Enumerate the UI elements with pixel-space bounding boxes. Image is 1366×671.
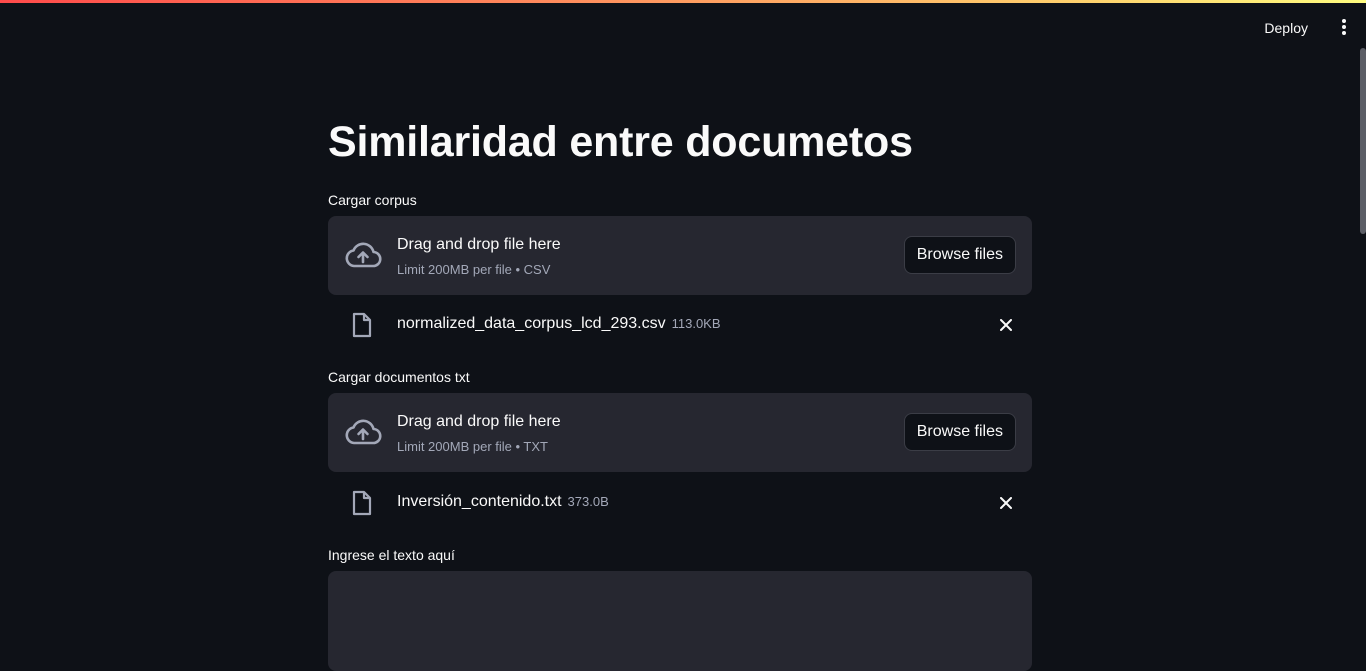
text-input-area[interactable] [328,571,1032,671]
main-menu-button[interactable] [1334,16,1354,38]
deploy-button[interactable]: Deploy [1256,14,1316,42]
dropzone-limit-text: Limit 200MB per file • CSV [397,262,551,277]
corpus-uploaded-file: normalized_data_corpus_lcd_293.csv 113.0K… [328,305,1032,345]
file-icon [352,490,372,516]
uploaded-file-size: 373.0B [567,494,609,509]
corpus-uploader-label: Cargar corpus [328,192,417,208]
remove-corpus-file-button[interactable] [996,315,1016,335]
dropzone-limit-text: Limit 200MB per file • TXT [397,439,548,454]
txt-dropzone[interactable]: Drag and drop file here Limit 200MB per … [328,393,1032,472]
uploaded-file-name: normalized_data_corpus_lcd_293.csv [397,315,666,332]
txt-uploaded-file: Inversión_contenido.txt 373.0B [328,483,1032,523]
remove-txt-file-button[interactable] [996,493,1016,513]
corpus-browse-files-button[interactable]: Browse files [903,236,1016,274]
page-title: Similaridad entre documetos [328,118,913,166]
cloud-upload-icon [345,242,382,268]
cloud-upload-icon [345,419,382,445]
corpus-dropzone[interactable]: Drag and drop file here Limit 200MB per … [328,216,1032,295]
txt-uploader-label: Cargar documentos txt [328,369,470,385]
close-icon [1000,497,1012,509]
dropzone-instructions: Drag and drop file here [397,236,561,253]
txt-browse-files-button[interactable]: Browse files [903,413,1016,451]
vertical-ellipsis-icon [1342,19,1346,35]
file-icon [352,312,372,338]
text-input-label: Ingrese el texto aquí [328,547,455,563]
uploaded-file-name: Inversión_contenido.txt [397,493,562,510]
uploaded-file-size: 113.0KB [671,316,721,331]
page-scrollbar[interactable] [1360,48,1366,234]
close-icon [1000,319,1012,331]
app-header: Deploy [0,3,1366,53]
dropzone-instructions: Drag and drop file here [397,413,561,430]
